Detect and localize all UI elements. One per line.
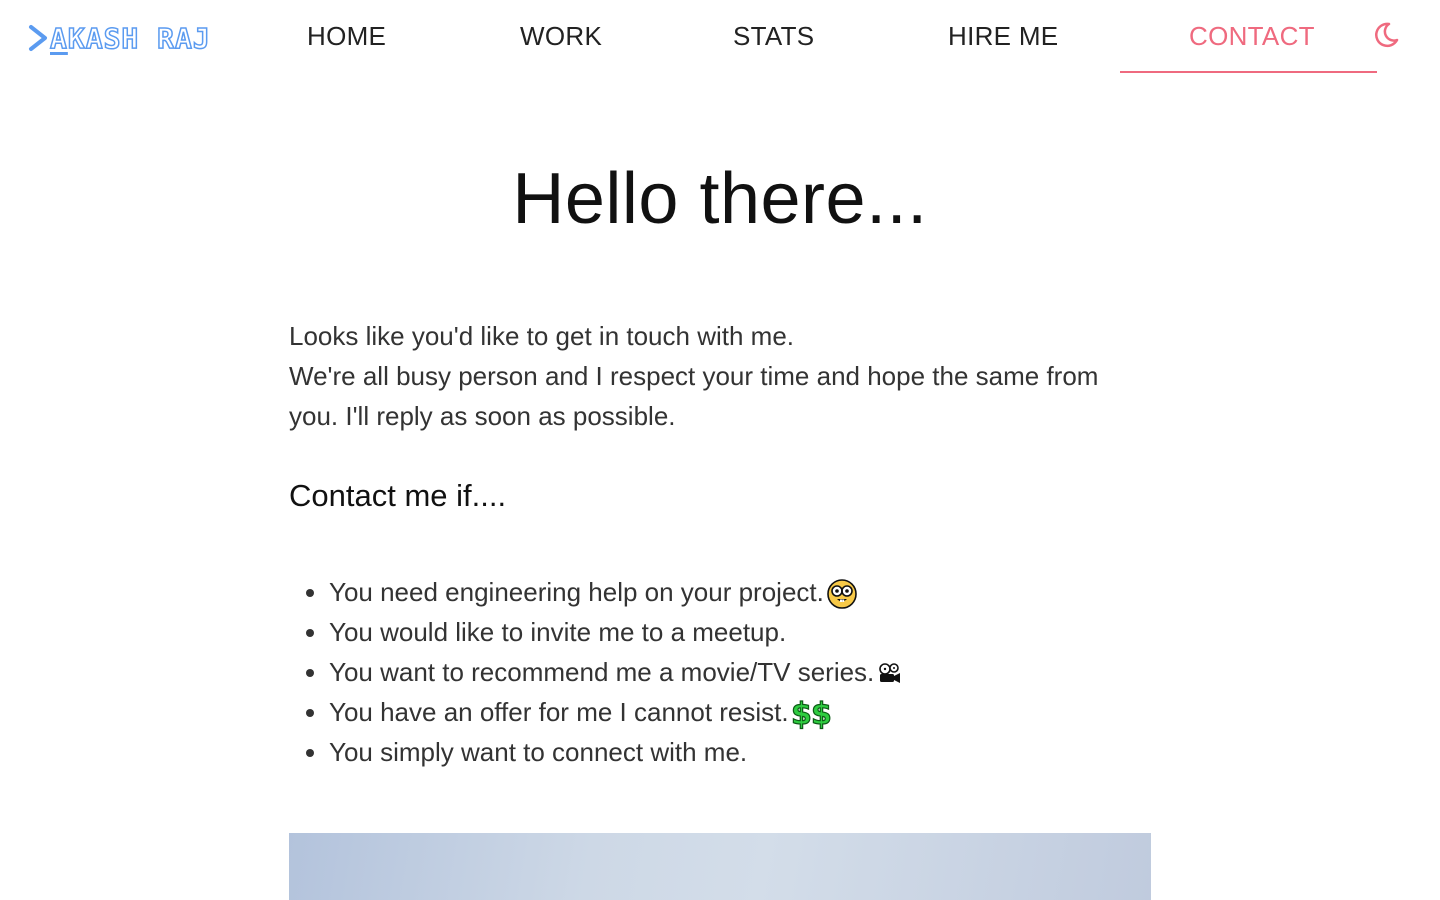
moon-icon[interactable]: [1370, 20, 1400, 50]
logo-text: AKASH RAJ: [49, 21, 211, 56]
reason-text: You simply want to connect with me.: [329, 737, 748, 767]
contact-content: Looks like you'd like to get in touch wi…: [289, 316, 1151, 772]
logo-first-letter: A: [49, 21, 68, 56]
nav-contact[interactable]: CONTACT: [1189, 18, 1315, 54]
contact-reasons-list: You need engineering help on your projec…: [289, 572, 1151, 772]
nav-stats[interactable]: STATS: [733, 18, 814, 54]
nerd-face-icon: [827, 579, 857, 609]
contact-subheading: Contact me if....: [289, 478, 507, 513]
logo-rest: KASH RAJ: [67, 21, 211, 56]
intro-line-2: We're all busy person and I respect your…: [289, 361, 1099, 431]
reason-text: You would like to invite me to a meetup.: [329, 617, 787, 647]
list-item: You simply want to connect with me.: [329, 732, 1151, 772]
nav-work[interactable]: WORK: [520, 18, 602, 54]
contact-banner-image: [289, 833, 1151, 900]
list-item: You have an offer for me I cannot resist…: [329, 692, 1151, 732]
nav-hire-me[interactable]: HIRE ME: [948, 18, 1058, 54]
list-item: You need engineering help on your projec…: [329, 572, 1151, 612]
intro-line-1: Looks like you'd like to get in touch wi…: [289, 321, 795, 351]
top-navigation: AKASH RAJ HOME WORK STATS HIRE ME CONTAC…: [0, 0, 1440, 80]
film-projector-icon: [879, 663, 901, 684]
svg-text:$: $: [791, 698, 812, 730]
reason-text: You want to recommend me a movie/TV seri…: [329, 657, 875, 687]
page-title: Hello there...: [512, 159, 928, 239]
active-nav-underline: [1120, 71, 1377, 73]
list-item: You want to recommend me a movie/TV seri…: [329, 652, 1151, 692]
svg-text:$: $: [811, 698, 832, 730]
reason-text: You have an offer for me I cannot resist…: [329, 697, 789, 727]
intro-text: Looks like you'd like to get in touch wi…: [289, 316, 1151, 436]
chevron-right-icon: [29, 25, 47, 51]
nav-home[interactable]: HOME: [307, 18, 386, 54]
dollar-signs-icon: $ $: [791, 698, 832, 730]
reason-text: You need engineering help on your projec…: [329, 577, 824, 607]
list-item: You would like to invite me to a meetup.: [329, 612, 1151, 652]
site-logo[interactable]: AKASH RAJ: [28, 18, 211, 58]
